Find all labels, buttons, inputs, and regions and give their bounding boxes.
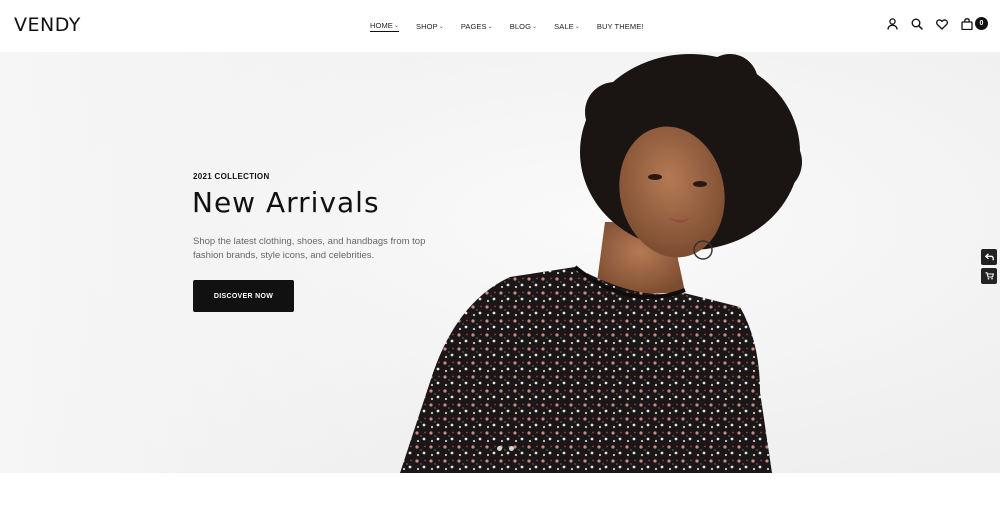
nav-item-label: BUY THEME! — [596, 21, 644, 31]
side-floating-buttons — [981, 249, 997, 284]
chevron-down-icon: ⌄ — [487, 23, 493, 30]
nav-item-buy-theme[interactable]: BUY THEME! — [597, 20, 644, 32]
nav-item-label: HOME — [370, 21, 393, 30]
search-icon[interactable] — [910, 17, 924, 31]
slider-dots — [497, 446, 514, 451]
nav-item-label: SHOP — [416, 21, 438, 31]
chevron-down-icon: ⌄ — [574, 23, 580, 30]
nav-item-label: PAGES — [460, 21, 487, 31]
back-arrow-icon[interactable] — [981, 249, 997, 265]
cart-count-badge: 0 — [975, 17, 988, 30]
nav-item-label: BLOG — [509, 21, 532, 31]
hero-eyebrow: 2021 COLLECTION — [193, 172, 270, 181]
header-icons: 0 — [885, 17, 988, 31]
user-icon[interactable] — [885, 17, 899, 31]
logo[interactable]: VENDY — [14, 14, 81, 36]
nav-item-pages[interactable]: PAGES ⌄ — [461, 20, 493, 32]
bag-icon[interactable]: 0 — [960, 17, 988, 31]
hero-slider: 2021 COLLECTION New Arrivals Shop the la… — [0, 52, 1000, 473]
chevron-down-icon: ⌄ — [393, 23, 400, 29]
site-header: VENDY HOME ⌄ SHOP ⌄ PAGES ⌄ BLOG ⌄ SALE ⌄ BUY… — [0, 0, 1000, 52]
slider-dot[interactable] — [497, 446, 502, 451]
hero-description: Shop the latest clothing, shoes, and han… — [193, 236, 426, 261]
nav-item-blog[interactable]: BLOG ⌄ — [510, 20, 537, 32]
discover-now-button[interactable]: DISCOVER NOW — [193, 280, 294, 312]
nav-item-label: SALE — [554, 21, 574, 31]
slider-dot[interactable] — [509, 446, 514, 451]
nav-item-shop[interactable]: SHOP ⌄ — [416, 20, 444, 32]
hero-title: New Arrivals — [192, 186, 380, 219]
nav-item-sale[interactable]: SALE ⌄ — [554, 20, 580, 32]
main-nav: HOME ⌄ SHOP ⌄ PAGES ⌄ BLOG ⌄ SALE ⌄ BUY THEME… — [370, 20, 660, 32]
chevron-down-icon: ⌄ — [438, 23, 444, 30]
cart-icon[interactable] — [981, 268, 997, 284]
heart-icon[interactable] — [935, 17, 949, 31]
nav-item-home[interactable]: HOME ⌄ — [370, 20, 400, 32]
chevron-down-icon: ⌄ — [532, 23, 538, 30]
hero-model-image — [400, 54, 802, 473]
